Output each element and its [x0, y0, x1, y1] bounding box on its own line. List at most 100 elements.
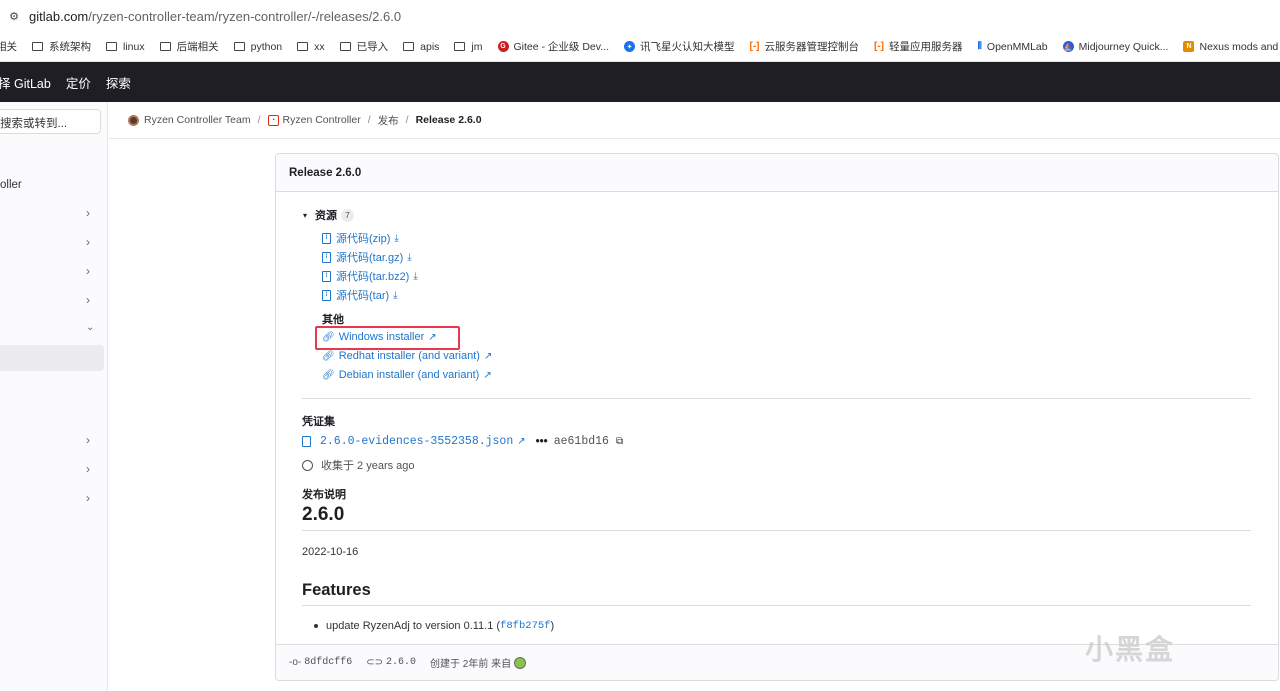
openmmlab-icon: ⦀	[977, 40, 982, 52]
chevron-down-icon[interactable]: ⌄	[86, 322, 94, 333]
bookmark-item[interactable]: 相关	[0, 39, 17, 54]
redhat-installer-link[interactable]: 🔗︎ Redhat installer (and variant) ↗	[322, 350, 492, 362]
bookmark-item[interactable]: N Nexus mods and c...	[1183, 41, 1280, 53]
assets-toggle[interactable]: ▾ 资源 7	[303, 207, 355, 223]
search-input[interactable]: 搜索或转到...	[0, 109, 101, 134]
breadcrumb-group[interactable]: Ryzen Controller Team	[144, 114, 251, 126]
bookmark-label: 云服务器管理控制台	[764, 41, 860, 53]
bookmark-item[interactable]: ✦ 讯飞星火认知大模型	[624, 39, 735, 54]
folder-icon	[403, 42, 415, 51]
link-icon: 🔗︎	[322, 331, 335, 343]
divider	[302, 605, 1251, 606]
external-link-icon: ↗	[483, 350, 493, 362]
asset-label: Debian installer (and variant)	[338, 369, 480, 381]
bookmark-label: 系统架构	[49, 41, 91, 53]
download-icon: ⤓	[393, 289, 398, 301]
chevron-right-icon[interactable]: ›	[86, 206, 90, 220]
footer-commit[interactable]: 8dfdcff6	[304, 657, 352, 668]
bookmark-item[interactable]: jm	[454, 40, 483, 53]
more-icon[interactable]: •••	[536, 436, 548, 448]
breadcrumb-separator: /	[405, 114, 409, 126]
folder-icon	[233, 42, 245, 51]
breadcrumb-releases[interactable]: 发布	[378, 113, 399, 128]
download-icon: ⤓	[413, 270, 418, 282]
breadcrumb-current[interactable]: Release 2.6.0	[416, 114, 482, 126]
bullet-icon	[314, 624, 318, 628]
site-settings-icon[interactable]: ⚙	[7, 9, 21, 23]
chevron-right-icon[interactable]: ›	[86, 433, 90, 447]
evidence-heading: 凭证集	[302, 416, 335, 428]
bookmark-label: OpenMMLab	[986, 40, 1048, 53]
author-avatar[interactable]	[514, 656, 527, 669]
chevron-right-icon[interactable]: ›	[86, 264, 90, 278]
url-text[interactable]: gitlab.com/ryzen-controller-team/ryzen-c…	[29, 9, 401, 24]
feature-close: )	[550, 620, 555, 632]
bookmark-label: 已导入	[356, 41, 389, 53]
download-icon: ⤓	[394, 232, 399, 244]
bookmark-label: jm	[471, 40, 483, 53]
project-title[interactable]: oller	[0, 179, 22, 191]
nav-item-explore[interactable]: 探索	[106, 73, 131, 92]
copy-icon[interactable]: ⧉	[616, 436, 623, 448]
clock-icon	[302, 459, 313, 471]
aliyun-icon: [-]	[874, 40, 884, 52]
commit-link[interactable]: f8fb275f	[500, 620, 550, 632]
left-sidebar: 搜索或转到... oller › › › › ⌄ › › ›	[0, 102, 108, 691]
bookmark-item[interactable]: ⦀ OpenMMLab	[978, 41, 1048, 53]
commit-icon: -o-	[289, 657, 302, 668]
asset-label: 源代码(zip)	[336, 233, 391, 245]
release-title[interactable]: Release 2.6.0	[276, 154, 1278, 192]
gitlab-top-nav: 择 GitLab 定价 探索	[0, 62, 1280, 102]
release-card: Release 2.6.0 ▾ 资源 7 ⁞ 源代码(zip) ⤓ ⁞ 源代码(tar…	[275, 153, 1279, 681]
document-icon	[302, 436, 311, 447]
bookmark-item[interactable]: [-] 轻量应用服务器	[874, 39, 963, 54]
sidebar-item-active[interactable]	[0, 345, 104, 371]
folder-icon	[106, 42, 117, 51]
bookmarks-bar: 相关 系统架构 linux 后端相关 python xx 已导入 apis jm…	[0, 32, 1280, 62]
nav-item-gitlab[interactable]: 择 GitLab	[0, 73, 51, 92]
bookmark-label: 相关	[0, 41, 17, 53]
bookmark-label: xx	[314, 40, 325, 53]
bookmark-item[interactable]: 后端相关	[159, 39, 219, 54]
asset-label: 源代码(tar)	[336, 290, 390, 302]
chevron-right-icon[interactable]: ›	[86, 235, 90, 249]
link-icon: 🔗︎	[322, 350, 335, 362]
notes-h1: 2.6.0	[302, 504, 345, 525]
assets-label: 资源	[315, 210, 338, 222]
bookmark-item[interactable]: [-] 云服务器管理控制台	[750, 39, 860, 54]
bookmark-item[interactable]: G Gitee - 企业级 Dev...	[497, 39, 609, 54]
footer-tag[interactable]: 2.6.0	[386, 657, 416, 668]
bookmark-item[interactable]: 系统架构	[32, 39, 91, 54]
bookmark-item[interactable]: ⛵ Midjourney Quick...	[1062, 40, 1169, 53]
evidence-file-link[interactable]: 2.6.0-evidences-3552358.json	[320, 435, 513, 448]
bookmark-label: Midjourney Quick...	[1078, 40, 1169, 53]
debian-installer-link[interactable]: 🔗︎ Debian installer (and variant) ↗	[322, 369, 492, 381]
file-zip-icon: ⁞	[322, 270, 331, 282]
breadcrumb-separator: /	[367, 114, 371, 126]
nav-item-pricing[interactable]: 定价	[66, 73, 91, 92]
bookmark-item[interactable]: 已导入	[339, 39, 389, 54]
url-domain: gitlab.com	[29, 8, 89, 24]
breadcrumb-project[interactable]: Ryzen Controller	[283, 114, 361, 126]
chevron-right-icon[interactable]: ›	[86, 491, 90, 505]
folder-icon	[339, 42, 351, 51]
source-zip-link[interactable]: ⁞ 源代码(zip) ⤓	[322, 230, 399, 246]
url-path: /ryzen-controller-team/ryzen-controller/…	[88, 8, 402, 24]
breadcrumb-separator: /	[257, 114, 261, 126]
bookmark-item[interactable]: apis	[403, 41, 439, 53]
divider	[302, 398, 1251, 399]
chevron-right-icon[interactable]: ›	[86, 462, 90, 476]
bookmark-item[interactable]: python	[233, 41, 282, 53]
source-tar-link[interactable]: ⁞ 源代码(tar) ⤓	[322, 287, 398, 303]
source-targz-link[interactable]: ⁞ 源代码(tar.gz) ⤓	[322, 249, 412, 265]
folder-icon	[32, 42, 43, 51]
bookmark-item[interactable]: xx	[297, 41, 325, 53]
source-tarbz2-link[interactable]: ⁞ 源代码(tar.bz2) ⤓	[322, 268, 418, 284]
bookmark-label: 后端相关	[176, 41, 219, 53]
windows-installer-link[interactable]: 🔗︎ Windows installer ↗	[322, 331, 437, 343]
divider	[302, 530, 1251, 531]
bookmark-item[interactable]: linux	[106, 41, 145, 53]
file-zip-icon: ⁞	[322, 289, 331, 301]
chevron-right-icon[interactable]: ›	[86, 293, 90, 307]
address-bar[interactable]: ⚙ gitlab.com/ryzen-controller-team/ryzen…	[0, 0, 1280, 32]
